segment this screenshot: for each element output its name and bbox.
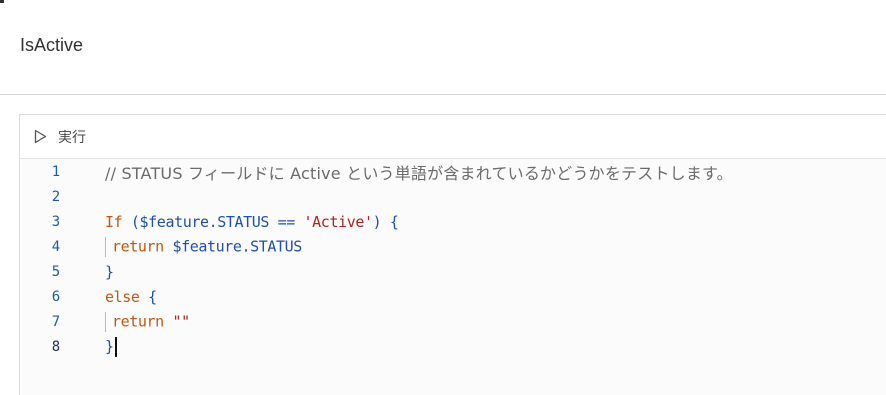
line-number: 6 [51, 288, 61, 305]
paren-close: ) [372, 212, 382, 231]
line-number: 4 [51, 238, 61, 255]
expression-editor-page: IsActive 実行 1 // STATUS フィールドに Active とい… [0, 0, 886, 395]
brace-open: { [148, 287, 157, 306]
code-area[interactable]: 1 // STATUS フィールドに Active という単語が含まれているかど… [20, 159, 886, 395]
line-number: 1 [51, 163, 61, 180]
code-line: 8 } [20, 334, 886, 359]
text-cursor [114, 336, 117, 357]
variable: $feature.STATUS [139, 212, 270, 231]
line-number: 3 [51, 213, 61, 230]
code-text: return "" [105, 311, 190, 332]
editor-toolbar: 実行 [20, 115, 886, 159]
run-label: 実行 [58, 129, 86, 146]
brace-open: { [389, 212, 399, 231]
header: IsActive [0, 0, 886, 95]
keyword-else: else [105, 287, 140, 306]
comment-text: // STATUS フィールドに Active という単語が含まれているかどうか… [105, 163, 733, 183]
code-line: 6 else { [20, 284, 886, 309]
corner-mark [0, 0, 4, 3]
code-editor[interactable]: 実行 1 // STATUS フィールドに Active という単語が含まれてい… [19, 114, 886, 395]
code-text: } [105, 336, 117, 357]
line-number: 7 [51, 313, 61, 330]
keyword-if: If [105, 212, 123, 231]
code-line: 7 return "" [20, 309, 886, 334]
paren-open: ( [130, 212, 140, 231]
page-title: IsActive [20, 35, 84, 55]
play-outline-icon [34, 129, 48, 145]
code-line: 5 } [20, 259, 886, 284]
indent-guide [105, 236, 106, 257]
code-text: return $feature.STATUS [105, 236, 302, 257]
brace-close: } [105, 337, 114, 355]
indent-guide [105, 311, 106, 332]
keyword-return: return [112, 237, 164, 255]
code-text: } [105, 263, 114, 281]
line-number: 5 [51, 263, 61, 280]
code-line: 2 [20, 184, 886, 209]
string-literal: "" [172, 312, 190, 330]
line-number: 8 [51, 338, 61, 355]
line-number: 2 [51, 188, 61, 205]
code-line: 4 return $feature.STATUS [20, 234, 886, 259]
code-text: // STATUS フィールドに Active という単語が含まれているかどうか… [105, 160, 733, 184]
string-literal: 'Active' [303, 212, 373, 231]
code-line: 3 If ($feature.STATUS == 'Active') { [20, 209, 886, 234]
code-text: else { [105, 288, 157, 306]
operator: == [269, 212, 304, 231]
brace-close: } [105, 262, 114, 281]
variable: $feature.STATUS [172, 237, 302, 255]
keyword-return: return [112, 312, 164, 330]
run-button[interactable]: 実行 [34, 127, 86, 147]
code-line: 1 // STATUS フィールドに Active という単語が含まれているかど… [20, 159, 886, 184]
code-text: If ($feature.STATUS == 'Active') { [105, 213, 399, 231]
